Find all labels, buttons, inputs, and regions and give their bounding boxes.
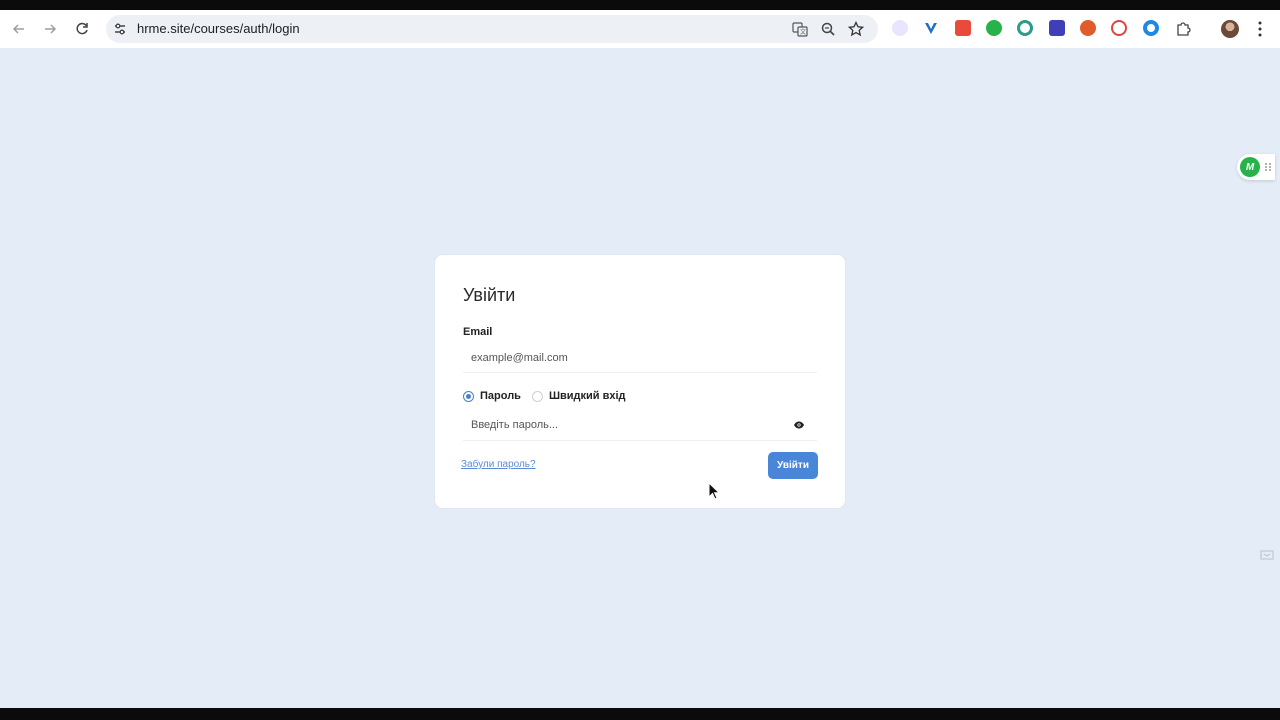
extensions-puzzle-icon[interactable] [1175,20,1191,36]
extension-circle-icon[interactable] [1017,20,1033,36]
quick-login-radio-label[interactable]: Швидкий вхід [549,390,626,402]
screen-bottom-border [0,708,1280,720]
widget-logo: M [1240,157,1260,177]
extension-m-icon[interactable] [986,20,1002,36]
login-mode-radio-group: Пароль Швидкий вхід [463,389,637,403]
arrow-right-icon [45,24,57,34]
side-widget[interactable]: M [1237,154,1275,180]
password-radio-label[interactable]: Пароль [480,390,521,402]
email-field[interactable] [463,343,817,373]
forgot-password-link[interactable]: Забули пароль? [461,459,536,470]
extension-grid-icon[interactable] [955,20,971,36]
password-field[interactable] [463,409,817,441]
svg-text:文: 文 [800,28,806,36]
site-settings-icon[interactable] [112,21,128,37]
show-password-eye-icon[interactable] [793,419,805,431]
browser-toolbar: hrme.site/courses/auth/login 文 [0,10,1280,48]
back-button[interactable] [9,19,29,39]
extension-target-icon[interactable] [1143,20,1159,36]
mouse-cursor-icon [708,482,720,500]
drag-handle-icon[interactable] [1264,162,1272,172]
profile-avatar[interactable] [1221,20,1239,38]
page-content: M Увійти Email Пароль Швидкий вхід Забул… [0,48,1280,708]
more-menu-icon[interactable] [1254,20,1266,38]
email-label: Email [463,326,493,338]
screen-top-border [0,0,1280,10]
zoom-icon[interactable] [820,21,836,37]
address-bar[interactable]: hrme.site/courses/auth/login 文 [106,15,878,43]
extension-chart-icon[interactable] [1049,20,1065,36]
url-text[interactable]: hrme.site/courses/auth/login [137,21,300,36]
password-radio[interactable] [463,390,474,402]
extension-sparkle-icon[interactable] [892,20,908,36]
bookmark-star-icon[interactable] [848,21,864,37]
login-button[interactable]: Увійти [768,452,818,479]
extension-x-icon[interactable] [1080,20,1096,36]
page-title: Увійти [463,285,516,305]
arrow-left-icon [12,24,24,34]
quick-login-radio[interactable] [531,390,543,402]
translate-icon[interactable]: 文 [792,21,808,37]
minimized-widget-icon[interactable] [1260,548,1274,562]
forward-button[interactable] [40,19,60,39]
reload-icon [76,22,88,35]
extension-r-icon[interactable] [1111,20,1127,36]
extension-v-icon[interactable] [923,20,939,36]
reload-button[interactable] [72,19,92,39]
